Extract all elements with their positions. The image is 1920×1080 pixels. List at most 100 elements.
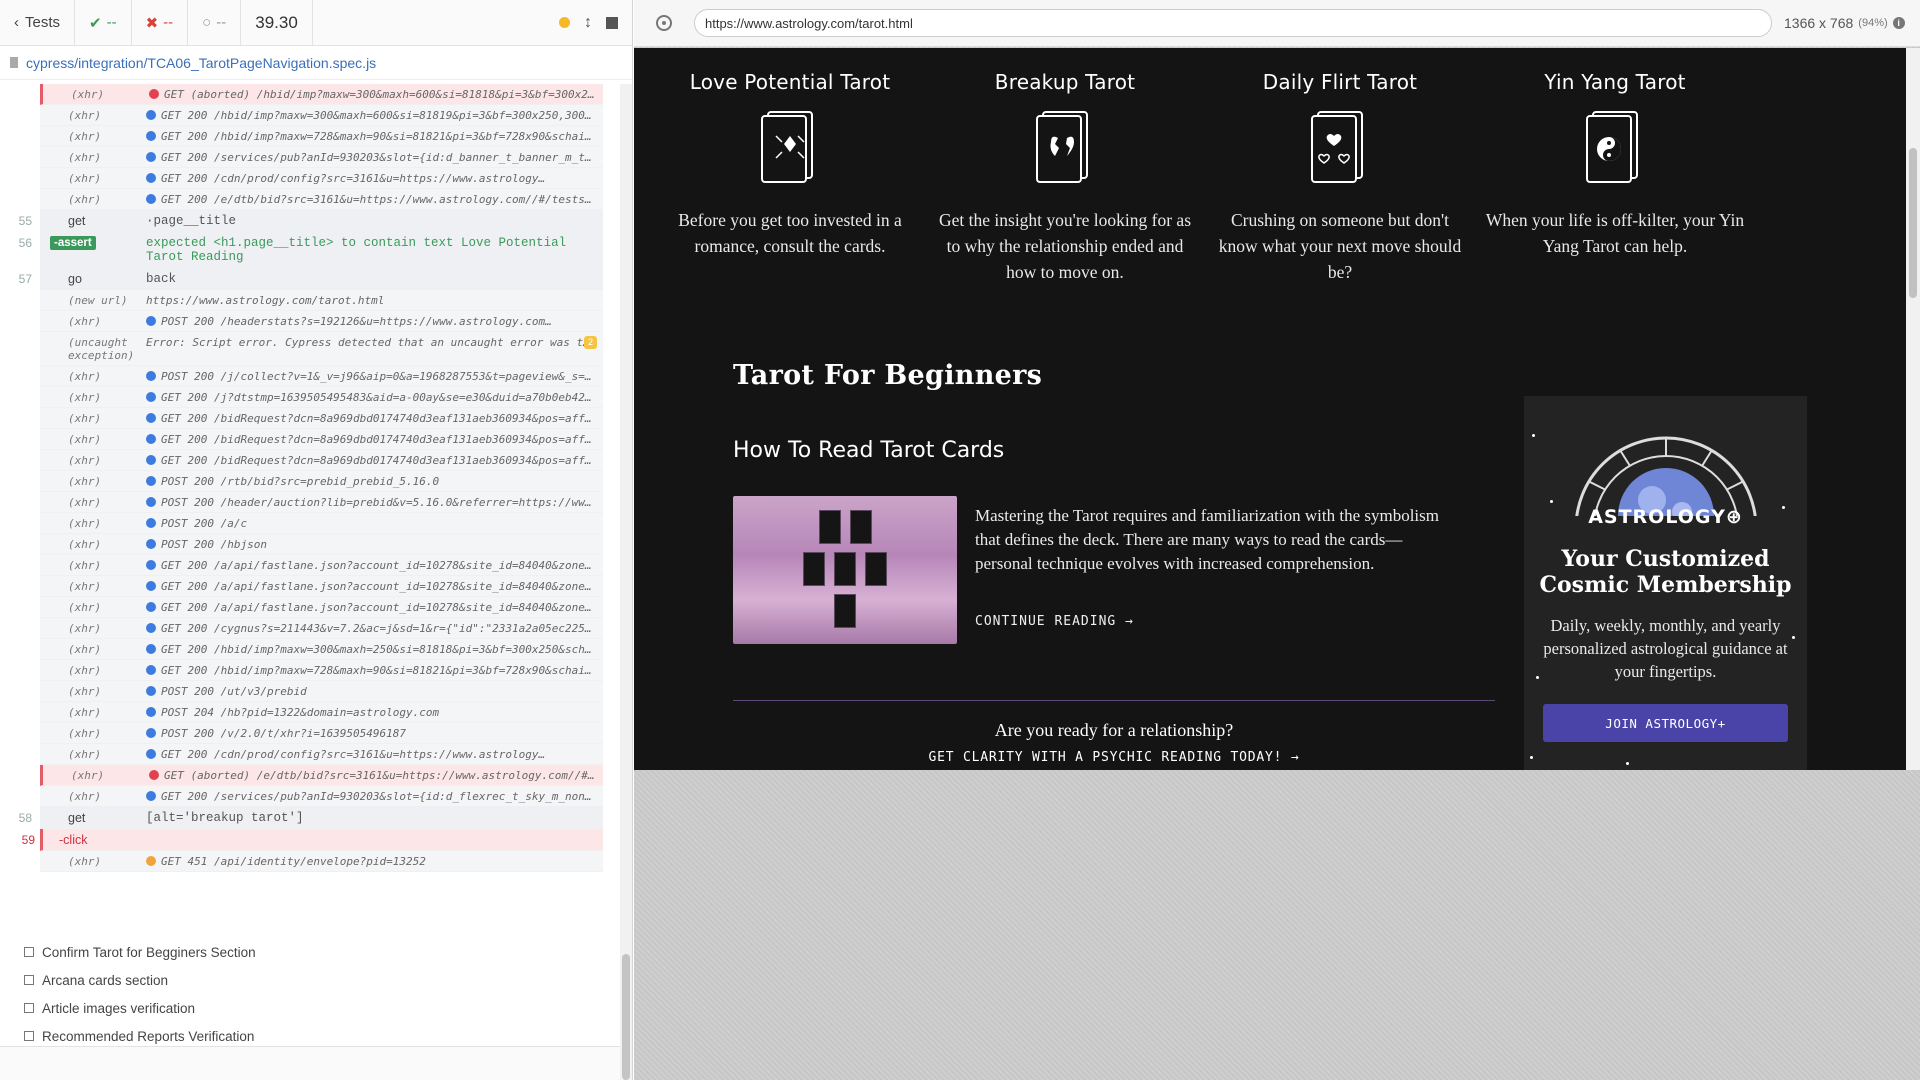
command-log-row[interactable]: (xhr) GET 200 /bidRequest?dcn=8a969dbd017…	[40, 408, 603, 429]
command-message: [alt='breakup tarot']	[146, 811, 304, 825]
status-dot-icon	[146, 791, 156, 801]
join-astrology-plus-button[interactable]: JOIN ASTROLOGY+	[1543, 704, 1788, 742]
status-dot-icon	[146, 749, 156, 759]
test-item[interactable]: Arcana cards section	[24, 966, 604, 994]
article-title[interactable]: How To Read Tarot Cards	[733, 438, 1004, 463]
scrollbar-thumb[interactable]	[622, 954, 630, 1080]
command-name: (xhr)	[68, 496, 102, 509]
command-log-row[interactable]: 56 -assert expected <h1.page__title> to co…	[19, 232, 603, 268]
command-log-row[interactable]: (xhr) GET (aborted) /e/dtb/bid?src=3161&u…	[40, 765, 603, 786]
command-number: 58	[18, 811, 32, 825]
command-number: 55	[18, 214, 32, 228]
command-message: ·page__title	[146, 214, 237, 228]
command-log-row[interactable]: (xhr) GET 200 /cdn/prod/config?src=3161&u…	[40, 744, 603, 765]
command-log-row[interactable]: (xhr) GET 200 /bidRequest?dcn=8a969dbd017…	[40, 429, 603, 450]
command-log-row[interactable]: (xhr) GET 200 /cygnus?s=211443&v=7.2&ac=j…	[40, 618, 603, 639]
spec-file-path[interactable]: cypress/integration/TCA06_TarotPageNavig…	[0, 46, 632, 80]
command-message: GET 200 /hbid/imp?maxw=300&maxh=250&si=8…	[146, 639, 603, 659]
tarot-card-image	[865, 552, 887, 586]
command-log-row[interactable]: (xhr) POST 204 /hb?pid=1322&domain=astrol…	[40, 702, 603, 723]
command-log-row[interactable]: (xhr) GET 200 /e/dtb/bid?src=3161&u=https…	[40, 189, 603, 210]
command-log-row[interactable]: (xhr) GET 200 /bidRequest?dcn=8a969dbd017…	[40, 450, 603, 471]
command-log-row[interactable]: (xhr) POST 200 /hbjson	[40, 534, 603, 555]
tarot-card-yin-yang[interactable]: Yin Yang Tarot When your life is off-kil…	[1485, 48, 1745, 259]
command-name: (xhr)	[68, 685, 102, 698]
command-log-row[interactable]: 59 -click	[22, 829, 603, 851]
url-field[interactable]: https://www.astrology.com/tarot.html	[694, 9, 1772, 37]
command-log-row[interactable]: (xhr) GET 200 /services/pub?anId=930203&s…	[40, 786, 603, 807]
command-message: GET 200 /hbid/imp?maxw=728&maxh=90&si=81…	[146, 126, 603, 146]
command-log-row[interactable]: (xhr) GET 200 /hbid/imp?maxw=728&maxh=90&…	[40, 126, 603, 147]
card-title[interactable]: Love Potential Tarot	[660, 70, 920, 94]
command-log-row[interactable]: (xhr) GET 200 /hbid/imp?maxw=300&maxh=250…	[40, 639, 603, 660]
command-name: (xhr)	[68, 391, 102, 404]
command-log-row[interactable]: (xhr) GET 200 /cdn/prod/config?src=3161&u…	[40, 168, 603, 189]
command-log-row[interactable]: (xhr) GET 200 /hbid/imp?maxw=728&maxh=90&…	[40, 660, 603, 681]
card-description: Crushing on someone but don't know what …	[1218, 210, 1462, 282]
tarot-card-love[interactable]: Love Potential Tarot Before you get too …	[660, 48, 920, 259]
command-name: -assert	[40, 232, 146, 252]
tarot-card-flirt[interactable]: Daily Flirt Tarot Crushing on someone bu…	[1210, 48, 1470, 285]
command-log-row[interactable]: (xhr) GET 200 /a/api/fastlane.json?accoun…	[40, 555, 603, 576]
star-decoration	[1626, 762, 1629, 765]
promo-description: Daily, weekly, monthly, and yearly perso…	[1543, 616, 1788, 681]
command-log-row[interactable]: (xhr) GET (aborted) /hbid/imp?maxw=300&ma…	[40, 84, 603, 105]
command-log-row[interactable]: (xhr) POST 200 /j/collect?v=1&_v=j96&aip=…	[40, 366, 603, 387]
command-log-row[interactable]: (xhr) POST 200 /headerstats?s=192126&u=ht…	[40, 311, 603, 332]
command-log-row[interactable]: (uncaught exception) Error: Script error.…	[40, 332, 603, 366]
command-log-row[interactable]: (xhr) GET 200 /j?dtstmp=1639505495483&aid…	[40, 387, 603, 408]
test-item[interactable]: Confirm Tarot for Begginers Section	[24, 938, 604, 966]
command-log-row[interactable]: (xhr) POST 200 /v/2.0/t/xhr?i=16395054961…	[40, 723, 603, 744]
auto-scroll-icon[interactable]: ↕	[584, 14, 592, 32]
star-decoration	[1530, 756, 1533, 759]
card-title[interactable]: Daily Flirt Tarot	[1210, 70, 1470, 94]
continue-reading-link[interactable]: CONTINUE READING →	[975, 614, 1134, 629]
command-log-row[interactable]: (xhr) GET 200 /a/api/fastlane.json?accoun…	[40, 576, 603, 597]
card-title[interactable]: Yin Yang Tarot	[1485, 70, 1745, 94]
command-log-row[interactable]: (xhr) GET 451 /api/identity/envelope?pid=…	[40, 851, 603, 872]
status-dot-icon	[146, 623, 156, 633]
command-log-row[interactable]: (xhr) POST 200 /header/auction?lib=prebid…	[40, 492, 603, 513]
command-log-row[interactable]: 55 get ·page__title	[19, 210, 603, 232]
scrollbar-thumb[interactable]	[1909, 148, 1917, 298]
command-message: POST 200 /header/auction?lib=prebid&v=5.…	[146, 492, 603, 512]
command-log-row[interactable]: (xhr) POST 200 /rtb/bid?src=prebid_prebid…	[40, 471, 603, 492]
article-image[interactable]	[733, 496, 957, 644]
breakup-tarot-card-icon[interactable]	[1029, 106, 1101, 186]
command-log-row[interactable]: (xhr) GET 200 /hbid/imp?maxw=300&maxh=600…	[40, 105, 603, 126]
back-to-tests-button[interactable]: ‹ Tests	[0, 0, 76, 46]
info-icon[interactable]: i	[1892, 17, 1905, 29]
status-dot-icon	[146, 413, 156, 423]
test-item[interactable]: Article images verification	[24, 994, 604, 1022]
love-tarot-card-icon[interactable]	[754, 106, 826, 186]
command-name: (xhr)	[68, 538, 102, 551]
tarot-card-breakup[interactable]: Breakup Tarot Get the insight you're loo…	[935, 48, 1195, 285]
page-scrollbar[interactable]	[1906, 48, 1920, 770]
psychic-reading-link[interactable]: GET CLARITY WITH A PSYCHIC READING TODAY…	[733, 750, 1495, 765]
flirt-tarot-card-icon[interactable]	[1304, 106, 1376, 186]
command-message: GET 200 /a/api/fastlane.json?account_id=…	[146, 597, 603, 617]
command-log-row[interactable]: 57 go back	[19, 268, 603, 290]
command-name: (xhr)	[68, 622, 102, 635]
pending-count: ○ --	[188, 0, 242, 46]
star-decoration	[1536, 676, 1539, 679]
command-log-row[interactable]: 58 get [alt='breakup tarot']	[19, 807, 603, 829]
command-message: POST 200 /hbjson	[146, 534, 603, 554]
command-log-row[interactable]: (xhr) GET 200 /a/api/fastlane.json?accoun…	[40, 597, 603, 618]
command-message: GET 200 /bidRequest?dcn=8a969dbd0174740d…	[146, 450, 603, 470]
command-name: get	[68, 214, 86, 228]
command-log-row[interactable]: (xhr) GET 200 /services/pub?anId=930203&s…	[40, 147, 603, 168]
selector-playground-icon[interactable]	[656, 15, 672, 31]
command-log-row[interactable]: (xhr) POST 200 /ut/v3/prebid	[40, 681, 603, 702]
log-scrollbar[interactable]	[620, 84, 632, 1080]
runner-footer	[0, 1046, 620, 1080]
card-title[interactable]: Breakup Tarot	[935, 70, 1195, 94]
stop-icon[interactable]	[606, 16, 618, 29]
command-message: POST 200 /a/c	[146, 513, 603, 533]
command-number: 57	[18, 272, 32, 286]
command-log-row[interactable]: (xhr) POST 200 /a/c	[40, 513, 603, 534]
command-log-row[interactable]: (new url) https://www.astrology.com/tarot…	[40, 290, 603, 311]
command-message: POST 200 /ut/v3/prebid	[146, 681, 603, 701]
yin-yang-tarot-card-icon[interactable]	[1579, 106, 1651, 186]
command-name: (xhr)	[68, 315, 102, 328]
